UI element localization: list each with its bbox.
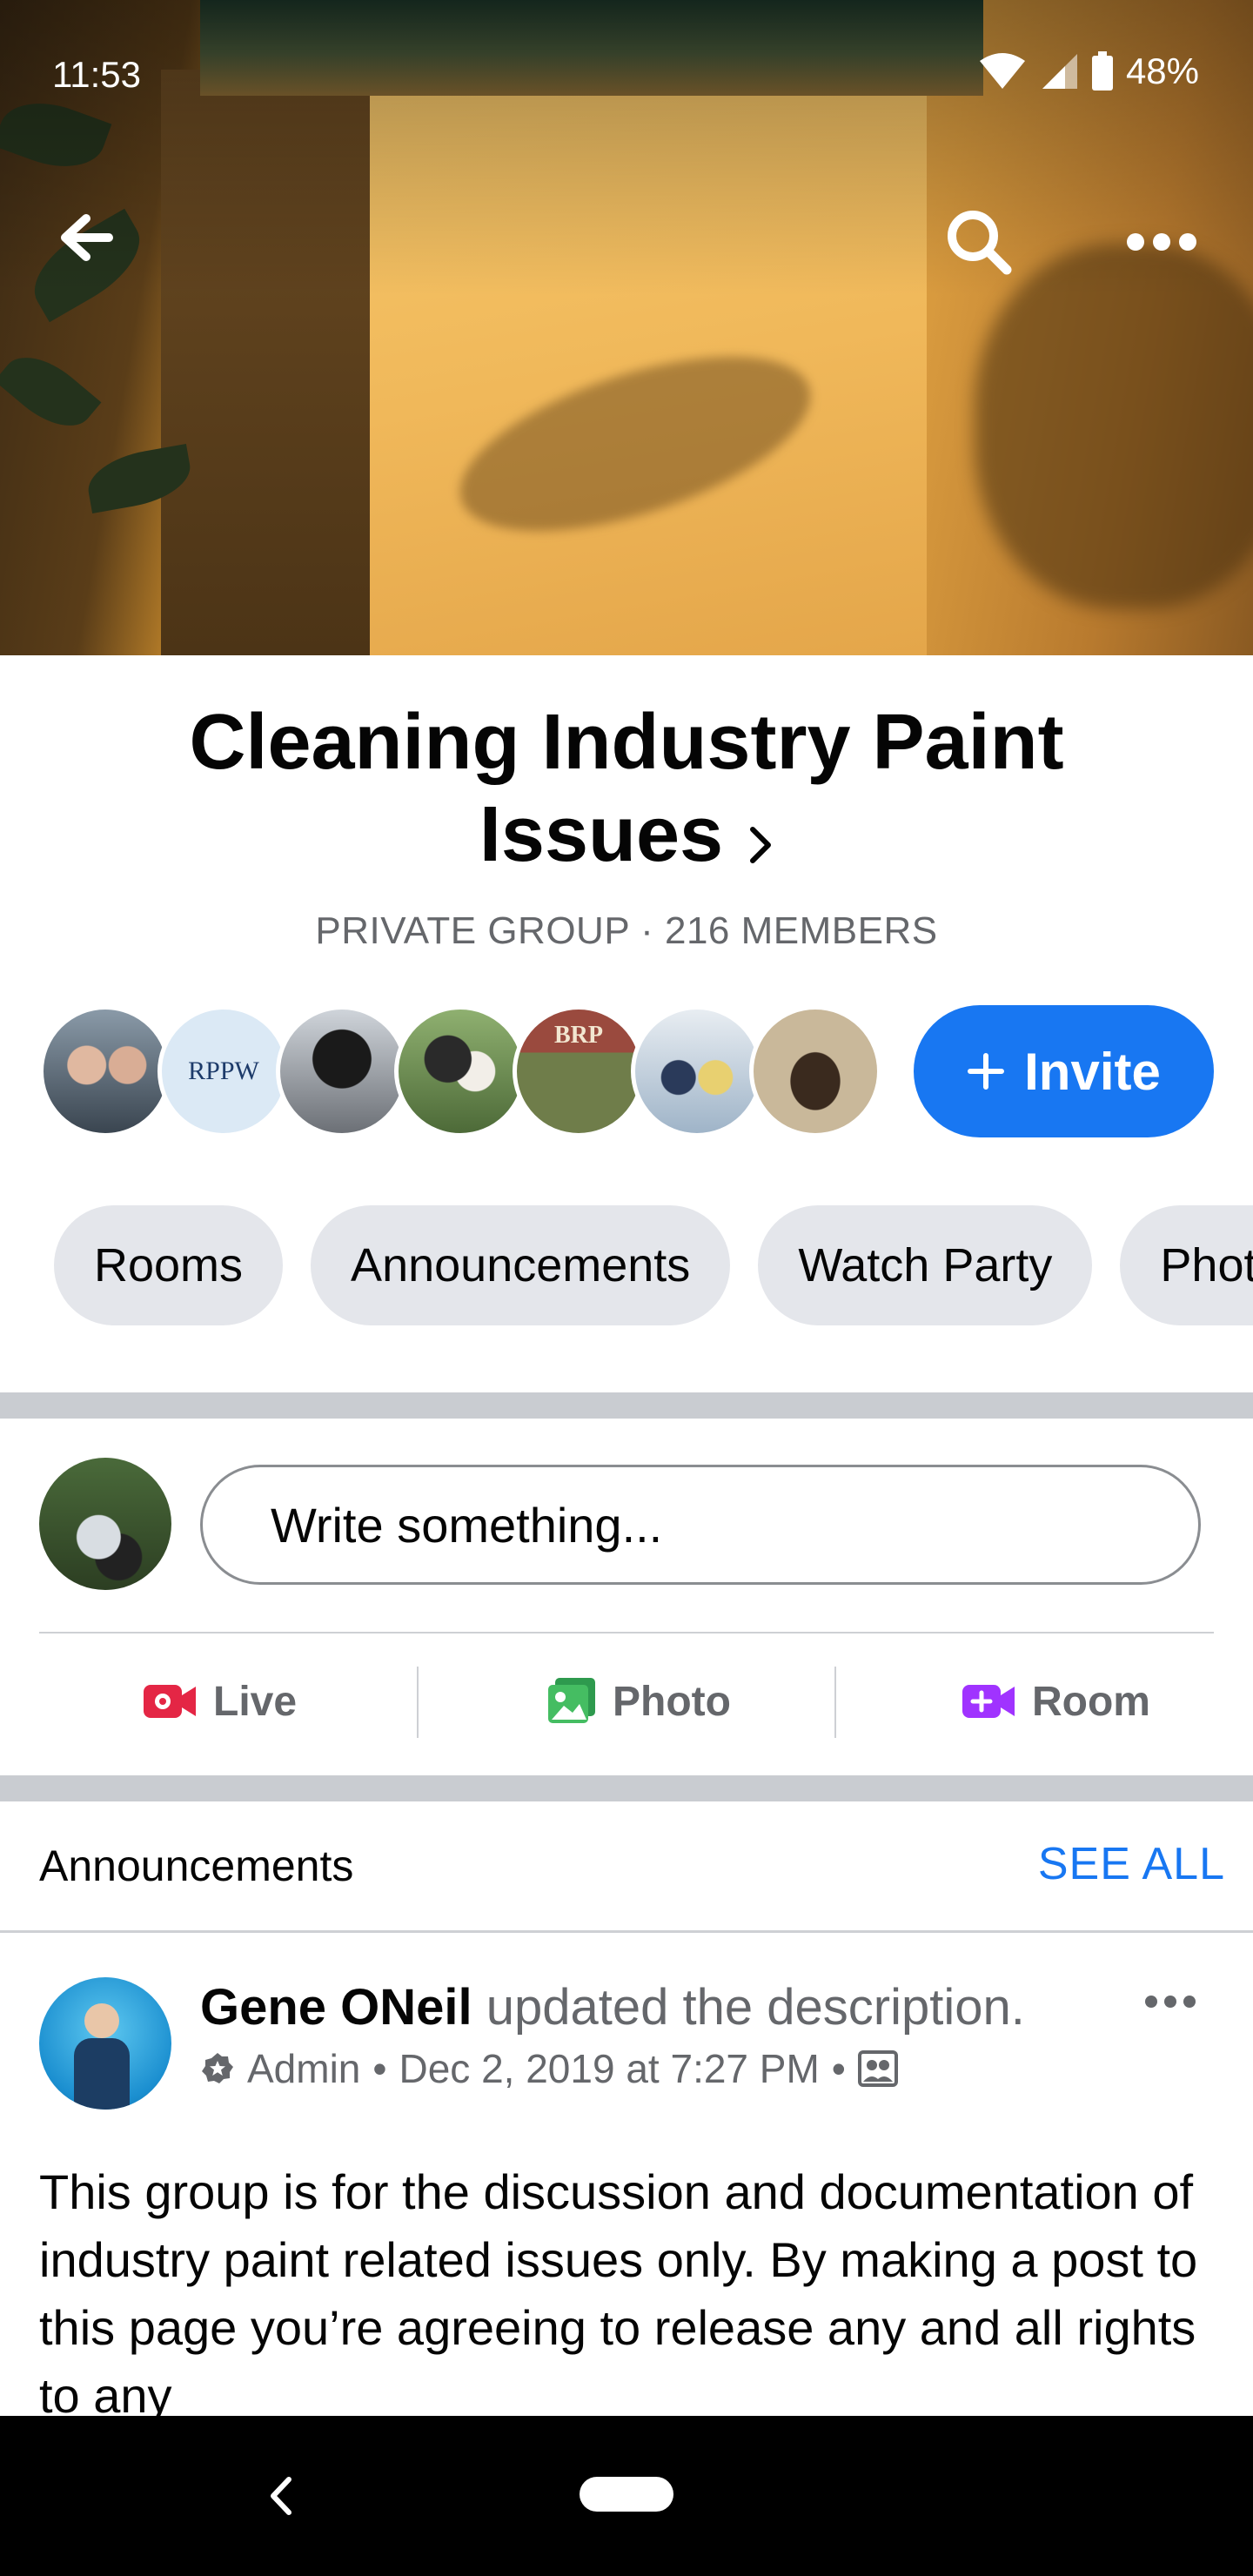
cover-shadow — [975, 244, 1253, 609]
chip-watch-party[interactable]: Watch Party — [758, 1205, 1093, 1325]
member-avatar-label: RPPW — [188, 1057, 259, 1085]
system-navigation-bar — [0, 2416, 1253, 2576]
member-avatar-label: BRP — [554, 1022, 603, 1049]
status-bar: 11:53 48% — [0, 0, 1253, 157]
chevron-right-icon — [747, 794, 774, 886]
section-divider — [0, 1775, 1253, 1801]
meta-dot: • — [372, 2046, 387, 2091]
member-avatar[interactable] — [276, 1005, 408, 1137]
top-action-bar — [0, 187, 1253, 283]
back-arrow-icon — [61, 214, 113, 261]
post-role: Admin — [247, 2046, 361, 2091]
wifi-icon — [979, 53, 1025, 89]
battery-percent: 48% — [1125, 50, 1199, 91]
action-separator — [834, 1667, 836, 1738]
member-avatars[interactable]: RPPW BRP — [39, 1005, 881, 1137]
members-audience-icon — [857, 2050, 898, 2087]
write-something-input[interactable]: Write something... — [200, 1465, 1201, 1585]
system-home-pill[interactable] — [580, 2477, 673, 2512]
group-meta[interactable]: PRIVATE GROUP · 216 MEMBERS — [0, 909, 1253, 953]
more-options-button[interactable] — [1122, 203, 1201, 281]
photo-icon — [548, 1678, 595, 1723]
avatar-figure-body — [74, 2038, 130, 2110]
live-label: Live — [213, 1678, 298, 1725]
meta-dot: • — [831, 2046, 846, 2091]
post-meta: Admin • Dec 2, 2019 at 7:27 PM • — [200, 2041, 898, 2096]
photo-button[interactable]: Photo — [546, 1658, 731, 1745]
member-avatar[interactable] — [631, 1005, 763, 1137]
room-button[interactable]: Room — [962, 1658, 1150, 1745]
room-label: Room — [1032, 1678, 1150, 1725]
room-video-icon — [962, 1685, 1015, 1718]
member-avatar[interactable]: RPPW — [157, 1005, 290, 1137]
member-avatar[interactable] — [749, 1005, 881, 1137]
status-indicators: 48% — [978, 50, 1199, 92]
back-button[interactable] — [52, 203, 122, 272]
post-author-name[interactable]: Gene ONeil — [200, 1979, 472, 2036]
group-tab-chips: Rooms Announcements Watch Party Photos — [54, 1205, 1253, 1325]
invite-label: Invite — [1024, 1042, 1161, 1101]
chip-rooms[interactable]: Rooms — [54, 1205, 284, 1325]
live-video-icon — [144, 1685, 196, 1718]
post-body-text: This group is for the discussion and doc… — [39, 2164, 1198, 2423]
chip-photos[interactable]: Photos — [1120, 1205, 1253, 1325]
post-author-avatar[interactable] — [39, 1977, 171, 2110]
group-title-text: Cleaning Industry Paint Issues — [189, 699, 1064, 878]
more-horizontal-icon — [1127, 233, 1196, 251]
group-title[interactable]: Cleaning Industry Paint Issues — [122, 696, 1131, 886]
chevron-left-icon — [271, 2477, 291, 2515]
chip-announcements[interactable]: Announcements — [311, 1205, 731, 1325]
see-all-link[interactable]: SEE ALL — [1038, 1838, 1225, 1890]
post-header: Gene ONeil updated the description. — [200, 1977, 1025, 2038]
composer-actions: Live Photo Room — [0, 1658, 1253, 1745]
admin-badge-icon — [202, 2053, 233, 2083]
search-button[interactable] — [940, 203, 1018, 281]
avatar-figure — [84, 2003, 119, 2038]
live-button[interactable]: Live — [144, 1658, 297, 1745]
cell-signal-icon — [1042, 54, 1077, 89]
more-horizontal-icon — [1145, 1996, 1196, 2008]
photo-label: Photo — [613, 1678, 731, 1725]
search-icon — [948, 211, 1012, 275]
section-divider — [0, 1392, 1253, 1419]
member-avatar[interactable] — [39, 1005, 171, 1137]
post-date[interactable]: Dec 2, 2019 at 7:27 PM — [399, 2045, 820, 2092]
member-avatar[interactable]: BRP — [513, 1005, 645, 1137]
post-options-button[interactable] — [1131, 1976, 1209, 2028]
plus-icon — [968, 1053, 1005, 1090]
invite-button[interactable]: Invite — [914, 1005, 1214, 1137]
user-avatar[interactable] — [39, 1458, 171, 1590]
battery-icon — [1091, 51, 1113, 91]
system-back-button[interactable] — [245, 2461, 315, 2531]
announcements-header: Announcements — [39, 1841, 354, 1890]
action-separator — [417, 1667, 419, 1738]
status-time: 11:53 — [52, 54, 141, 95]
announcements-divider — [0, 1930, 1253, 1933]
composer-divider — [39, 1632, 1214, 1633]
member-avatar[interactable] — [394, 1005, 526, 1137]
post-action-text: updated the description. — [486, 1979, 1025, 2036]
cover-leaf — [0, 340, 102, 443]
